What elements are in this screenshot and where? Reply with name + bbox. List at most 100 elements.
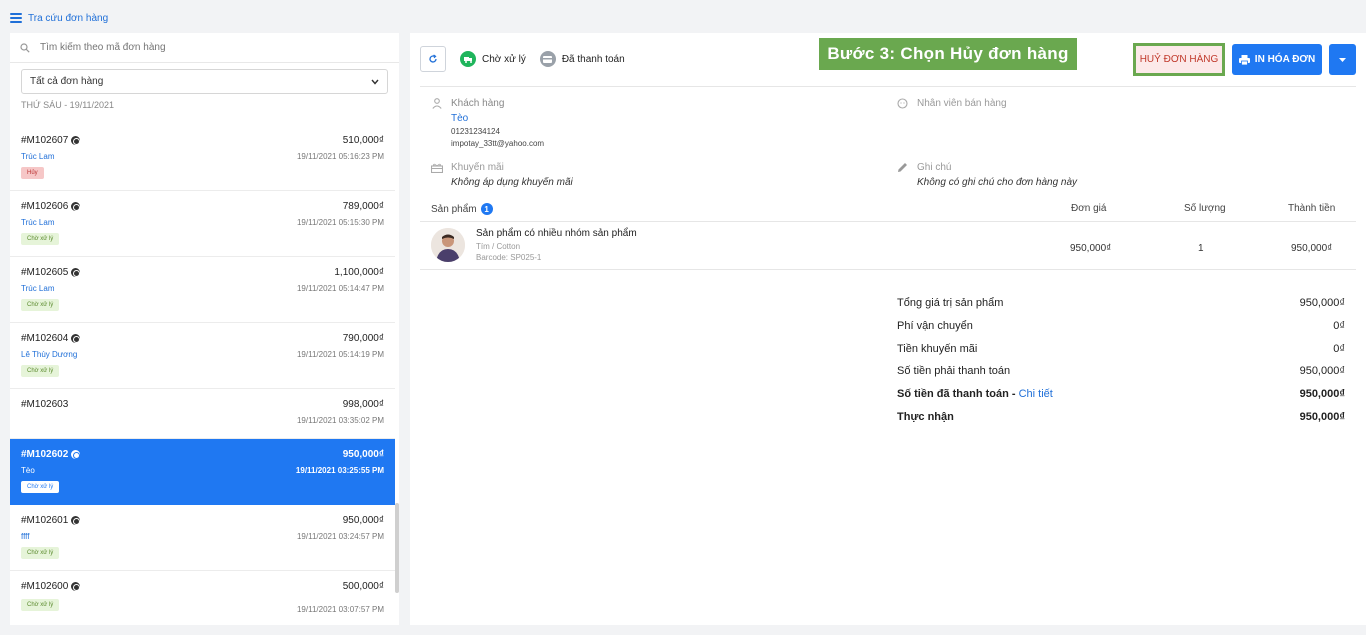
discount-label: Tiền khuyến mãi xyxy=(897,342,978,355)
order-list-panel: Tất cả đơn hàng THỨ SÁU - 19/11/2021 #M1… xyxy=(10,33,399,625)
order-time: 19/11/2021 03:35:02 PM xyxy=(296,416,384,425)
order-item[interactable]: #M102601 950,000₫ ffff 19/11/2021 03:24:… xyxy=(10,505,395,571)
product-table-header: Sản phẩm 1 Đơn giá Số lượng Thành tiền xyxy=(420,201,1356,221)
product-unit-price: 950,000₫ xyxy=(1070,243,1112,254)
customer-info: Khách hàng Tèo 01231234124 impotay_33tt@… xyxy=(430,98,544,148)
order-item[interactable]: #M102603 998,000₫ 19/11/2021 03:35:02 PM xyxy=(10,389,395,439)
order-item[interactable]: #M102607 510,000₫ Trúc Lam 19/11/2021 05… xyxy=(10,125,395,191)
note-label: Ghi chú xyxy=(917,162,952,173)
customer-name-link[interactable]: Tèo xyxy=(430,113,544,124)
detail-toolbar: Chờ xử lý Đã thanh toán xyxy=(420,46,625,72)
paid-label: Số tiền đã thanh toán - xyxy=(897,388,1019,401)
order-list: #M102607 510,000₫ Trúc Lam 19/11/2021 05… xyxy=(10,125,395,625)
order-code: #M102605 xyxy=(21,267,69,278)
globe-icon xyxy=(71,268,81,277)
globe-icon xyxy=(71,582,81,591)
subtotal-label: Tổng giá trị sản phẩm xyxy=(897,297,1004,310)
step-instruction-banner: Bước 3: Chọn Hủy đơn hàng xyxy=(819,38,1077,70)
order-price: 510,000₫ xyxy=(342,135,384,146)
order-time: 19/11/2021 05:15:30 PM xyxy=(296,218,384,227)
discount-value: 0₫ xyxy=(1333,342,1345,355)
order-item[interactable]: #M102606 789,000₫ Trúc Lam 19/11/2021 05… xyxy=(10,191,395,257)
order-code: #M102603 xyxy=(21,399,69,410)
globe-icon xyxy=(71,334,81,343)
more-actions-button[interactable] xyxy=(1329,44,1356,75)
refresh-button[interactable] xyxy=(420,46,446,72)
pencil-icon xyxy=(896,162,909,173)
globe-icon xyxy=(71,450,81,459)
product-row: Sản phẩm có nhiều nhóm sản phẩm Tím / Co… xyxy=(420,222,1356,270)
order-customer: Tèo xyxy=(21,466,35,475)
note-value: Không có ghi chú cho đơn hàng này xyxy=(917,177,1078,188)
face-icon xyxy=(896,98,909,109)
divider xyxy=(420,269,1356,270)
total-column-header: Thành tiền xyxy=(1288,203,1336,214)
order-filter-select[interactable]: Tất cả đơn hàng xyxy=(21,69,388,94)
cancel-order-button[interactable]: HUỶ ĐƠN HÀNG xyxy=(1133,43,1225,76)
status-paid: Đã thanh toán xyxy=(539,51,625,67)
product-name[interactable]: Sản phẩm có nhiều nhóm sản phẩm xyxy=(476,228,637,239)
product-thumbnail xyxy=(431,228,465,262)
gift-icon xyxy=(430,162,443,173)
printer-icon xyxy=(1238,54,1250,65)
print-invoice-button[interactable]: IN HÓA ĐƠN xyxy=(1232,44,1322,75)
caret-down-icon xyxy=(1339,57,1346,62)
order-item-selected[interactable]: #M102602 950,000₫ Tèo 19/11/2021 03:25:5… xyxy=(10,439,395,505)
order-price: 789,000₫ xyxy=(342,201,384,212)
summary-row-subtotal: Tổng giá trị sản phẩm 950,000₫ xyxy=(897,292,1345,315)
promotion-info: Khuyến mãi Không áp dụng khuyến mãi xyxy=(430,162,573,188)
order-code: #M102602 xyxy=(21,449,69,460)
order-customer: Trúc Lam xyxy=(21,284,55,293)
paid-detail-link[interactable]: Chi tiết xyxy=(1019,388,1053,400)
status-badge: Chờ xử lý xyxy=(21,599,60,611)
order-code: #M102607 xyxy=(21,135,69,146)
top-bar: Tra cứu đơn hàng xyxy=(10,10,108,26)
user-icon xyxy=(430,98,443,109)
globe-icon xyxy=(71,516,81,525)
order-time: 19/11/2021 03:25:55 PM xyxy=(295,466,384,475)
date-group-label: THỨ SÁU - 19/11/2021 xyxy=(21,100,115,110)
order-price: 790,000₫ xyxy=(342,333,384,344)
order-item[interactable]: #M102600 500,000₫ 19/11/2021 03:07:57 PM… xyxy=(10,571,395,625)
order-detail-panel: Chờ xử lý Đã thanh toán Bước 3: Chọn Hủy… xyxy=(410,33,1366,625)
order-time: 19/11/2021 03:07:57 PM xyxy=(296,605,384,614)
order-price: 1,100,000₫ xyxy=(334,267,384,278)
hamburger-menu-icon[interactable] xyxy=(10,13,22,23)
status-badge: Chờ xử lý xyxy=(21,299,60,311)
customer-label: Khách hàng xyxy=(451,98,505,109)
order-item[interactable]: #M102605 1,100,000₫ Trúc Lam 19/11/2021 … xyxy=(10,257,395,323)
status-badge: Hủy xyxy=(21,167,44,179)
order-item[interactable]: #M102604 790,000₫ Lê Thùy Dương 19/11/20… xyxy=(10,323,395,389)
note-info: Ghi chú Không có ghi chú cho đơn hàng nà… xyxy=(896,162,1077,188)
status-badge: Chờ xử lý xyxy=(21,365,60,377)
scrollbar[interactable] xyxy=(395,503,399,593)
refresh-icon xyxy=(429,54,437,63)
order-customer: Trúc Lam xyxy=(21,218,55,227)
staff-info: Nhân viên bán hàng xyxy=(896,98,1007,113)
staff-label: Nhân viên bán hàng xyxy=(917,98,1007,109)
order-code: #M102600 xyxy=(21,581,69,592)
globe-icon xyxy=(71,202,81,211)
order-code: #M102606 xyxy=(21,201,69,212)
order-price: 500,000₫ xyxy=(342,581,384,592)
page-title[interactable]: Tra cứu đơn hàng xyxy=(28,13,108,24)
unit-price-column-header: Đơn giá xyxy=(1071,203,1107,214)
search-input[interactable] xyxy=(40,42,360,53)
product-column-header: Sản phẩm xyxy=(431,203,477,215)
status-badge: Chờ xử lý xyxy=(21,481,60,493)
status-paid-label: Đã thanh toán xyxy=(561,53,625,65)
order-code: #M102601 xyxy=(21,515,69,526)
product-barcode: Barcode: SP025-1 xyxy=(476,253,542,262)
print-label: IN HÓA ĐƠN xyxy=(1254,54,1316,65)
product-count-badge: 1 xyxy=(480,203,493,215)
order-time: 19/11/2021 03:24:57 PM xyxy=(296,532,384,541)
order-customer: Trúc Lam xyxy=(21,152,55,161)
subtotal-value: 950,000₫ xyxy=(1299,297,1345,310)
summary-row-payable: Số tiền phải thanh toán 950,000₫ xyxy=(897,360,1345,383)
status-processing-label: Chờ xử lý xyxy=(482,53,526,65)
chevron-down-icon xyxy=(371,79,379,85)
payable-label: Số tiền phải thanh toán xyxy=(897,365,1011,378)
summary-row-received: Thực nhận 950,000₫ xyxy=(897,405,1345,428)
status-badge: Chờ xử lý xyxy=(21,233,60,245)
divider xyxy=(420,86,1356,87)
